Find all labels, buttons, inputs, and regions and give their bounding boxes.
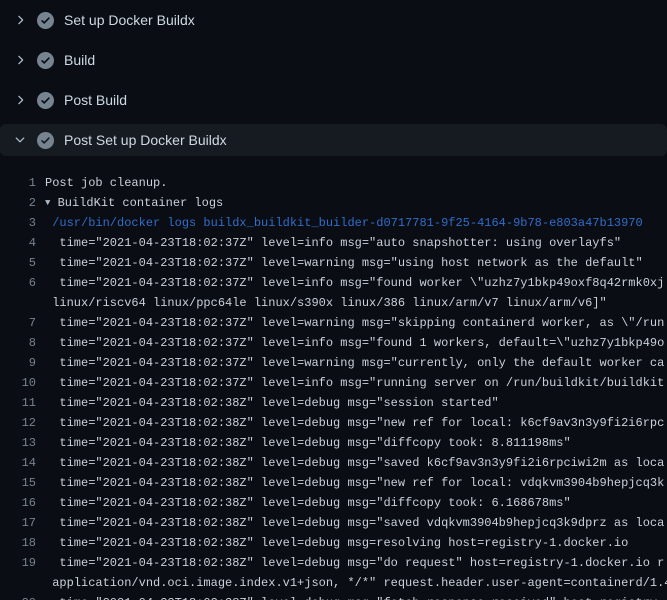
log-line: 17 time="2021-04-23T18:02:38Z" level=deb… — [0, 513, 667, 533]
log-line-number[interactable] — [0, 293, 45, 313]
log-line-text: application/vnd.oci.image.index.v1+json,… — [45, 573, 667, 593]
log-line: 7 time="2021-04-23T18:02:37Z" level=warn… — [0, 313, 667, 333]
log-line-number[interactable]: 12 — [0, 413, 45, 433]
chevron-right-icon[interactable] — [12, 12, 28, 28]
log-line: 15 time="2021-04-23T18:02:38Z" level=deb… — [0, 473, 667, 493]
log-line-number[interactable]: 4 — [0, 233, 45, 253]
log-line-text: time="2021-04-23T18:02:38Z" level=debug … — [45, 533, 628, 553]
log-line-text: /usr/bin/docker logs buildx_buildkit_bui… — [45, 213, 643, 233]
log-viewer: 1 Post job cleanup. 2 ▼ BuildKit contain… — [0, 160, 667, 600]
log-line-number[interactable]: 7 — [0, 313, 45, 333]
log-line-number[interactable]: 11 — [0, 393, 45, 413]
step-title: Build — [64, 52, 95, 68]
chevron-right-icon[interactable] — [12, 52, 28, 68]
log-line-text: time="2021-04-23T18:02:37Z" level=info m… — [45, 333, 664, 353]
log-line-text: time="2021-04-23T18:02:38Z" level=debug … — [45, 453, 664, 473]
check-circle-icon — [37, 52, 54, 69]
step-row[interactable]: Set up Docker Buildx — [0, 0, 667, 40]
step-row[interactable]: Build — [0, 40, 667, 80]
log-line: 20 time="2021-04-23T18:02:38Z" level=deb… — [0, 593, 667, 600]
log-line-text: time="2021-04-23T18:02:37Z" level=warnin… — [45, 253, 643, 273]
log-line-number[interactable]: 6 — [0, 273, 45, 293]
log-line-number[interactable]: 18 — [0, 533, 45, 553]
step-row[interactable]: Post Build — [0, 80, 667, 120]
log-line-text: time="2021-04-23T18:02:37Z" level=info m… — [45, 233, 621, 253]
log-line: 1 Post job cleanup. — [0, 173, 667, 193]
log-line-number[interactable]: 3 — [0, 213, 45, 233]
log-line-text: time="2021-04-23T18:02:38Z" level=debug … — [45, 393, 499, 413]
log-line-text: time="2021-04-23T18:02:38Z" level=debug … — [45, 593, 664, 600]
log-line: 11 time="2021-04-23T18:02:38Z" level=deb… — [0, 393, 667, 413]
log-line-number[interactable]: 14 — [0, 453, 45, 473]
log-line-number[interactable]: 2 — [0, 193, 45, 213]
chevron-down-icon[interactable] — [12, 132, 28, 148]
step-list: Set up Docker Buildx Build Post Build Po… — [0, 0, 667, 160]
log-line-text: time="2021-04-23T18:02:38Z" level=debug … — [45, 433, 571, 453]
chevron-right-icon[interactable] — [12, 92, 28, 108]
log-line-number[interactable]: 17 — [0, 513, 45, 533]
check-circle-icon — [37, 12, 54, 29]
step-title: Post Set up Docker Buildx — [64, 132, 227, 148]
log-line: 18 time="2021-04-23T18:02:38Z" level=deb… — [0, 533, 667, 553]
log-line-text: linux/riscv64 linux/ppc64le linux/s390x … — [45, 293, 607, 313]
log-line: 16 time="2021-04-23T18:02:38Z" level=deb… — [0, 493, 667, 513]
log-line-number[interactable]: 20 — [0, 593, 45, 600]
log-line-text: time="2021-04-23T18:02:38Z" level=debug … — [45, 553, 664, 573]
log-line-text: time="2021-04-23T18:02:37Z" level=warnin… — [45, 313, 664, 333]
log-line-text: Post job cleanup. — [45, 173, 167, 193]
log-line: 19 time="2021-04-23T18:02:38Z" level=deb… — [0, 553, 667, 573]
log-line-number[interactable]: 9 — [0, 353, 45, 373]
log-line: 6 time="2021-04-23T18:02:37Z" level=info… — [0, 273, 667, 293]
log-line: application/vnd.oci.image.index.v1+json,… — [0, 573, 667, 593]
log-line: 13 time="2021-04-23T18:02:38Z" level=deb… — [0, 433, 667, 453]
log-line-text: time="2021-04-23T18:02:38Z" level=debug … — [45, 493, 571, 513]
log-line-number[interactable]: 19 — [0, 553, 45, 573]
step-row-expanded[interactable]: Post Set up Docker Buildx — [0, 124, 667, 156]
log-line-number[interactable]: 13 — [0, 433, 45, 453]
log-line-text: ▼ BuildKit container logs — [45, 193, 223, 213]
check-circle-icon — [37, 132, 54, 149]
log-line-number[interactable]: 10 — [0, 373, 45, 393]
log-line-number[interactable]: 15 — [0, 473, 45, 493]
log-line-number[interactable]: 1 — [0, 173, 45, 193]
log-line-text: time="2021-04-23T18:02:38Z" level=debug … — [45, 413, 664, 433]
log-line: 14 time="2021-04-23T18:02:38Z" level=deb… — [0, 453, 667, 473]
log-line: 2 ▼ BuildKit container logs — [0, 193, 667, 213]
step-title: Post Build — [64, 92, 127, 108]
log-line: 3 /usr/bin/docker logs buildx_buildkit_b… — [0, 213, 667, 233]
log-line-text: time="2021-04-23T18:02:38Z" level=debug … — [45, 513, 664, 533]
log-line-number[interactable]: 5 — [0, 253, 45, 273]
log-line-number[interactable]: 8 — [0, 333, 45, 353]
step-row-expanded-wrap: Post Set up Docker Buildx — [0, 120, 667, 160]
log-line: 9 time="2021-04-23T18:02:37Z" level=warn… — [0, 353, 667, 373]
step-title: Set up Docker Buildx — [64, 12, 195, 28]
log-line-text: time="2021-04-23T18:02:37Z" level=warnin… — [45, 353, 664, 373]
log-line: 5 time="2021-04-23T18:02:37Z" level=warn… — [0, 253, 667, 273]
log-line-text: time="2021-04-23T18:02:38Z" level=debug … — [45, 473, 664, 493]
log-line: linux/riscv64 linux/ppc64le linux/s390x … — [0, 293, 667, 313]
log-line-text: time="2021-04-23T18:02:37Z" level=info m… — [45, 373, 664, 393]
log-line-number[interactable] — [0, 573, 45, 593]
log-line: 8 time="2021-04-23T18:02:37Z" level=info… — [0, 333, 667, 353]
log-line: 12 time="2021-04-23T18:02:38Z" level=deb… — [0, 413, 667, 433]
log-line-number[interactable]: 16 — [0, 493, 45, 513]
group-collapse-triangle-icon[interactable]: ▼ — [45, 193, 50, 213]
check-circle-icon — [37, 92, 54, 109]
log-line-text: time="2021-04-23T18:02:37Z" level=info m… — [45, 273, 664, 293]
log-line: 4 time="2021-04-23T18:02:37Z" level=info… — [0, 233, 667, 253]
log-line: 10 time="2021-04-23T18:02:37Z" level=inf… — [0, 373, 667, 393]
